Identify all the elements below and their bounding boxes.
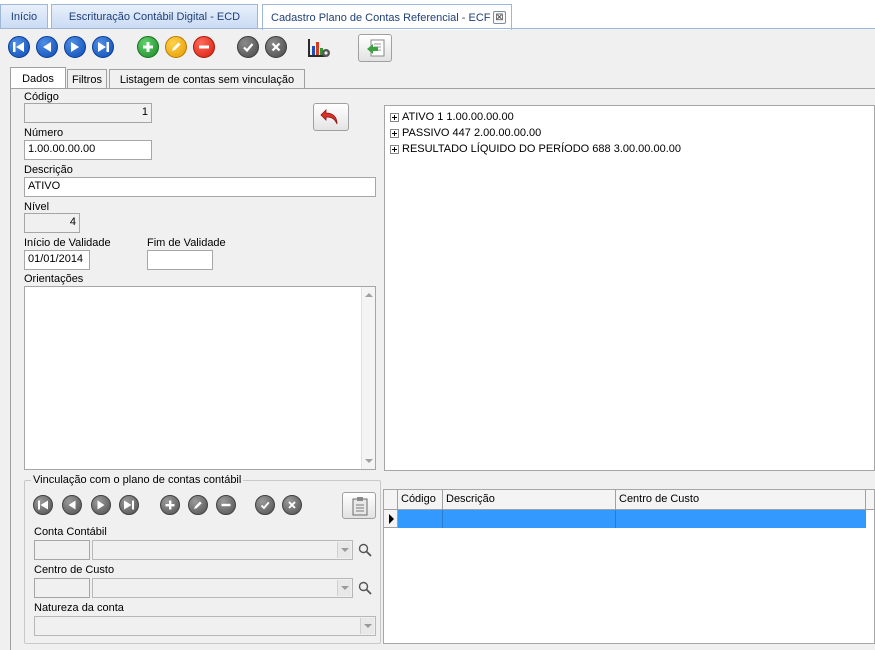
tree-node-label: PASSIVO 447 2.00.00.00.00 <box>402 127 542 139</box>
tab-dados[interactable]: Dados <box>10 67 66 89</box>
cancel-icon[interactable] <box>265 36 287 58</box>
natureza-combo[interactable] <box>34 616 376 636</box>
tab-label: Dados <box>22 72 54 85</box>
fim-validade-label: Fim de Validade <box>147 237 226 249</box>
grid-corner <box>384 490 398 510</box>
grid-cell-codigo[interactable] <box>398 510 443 528</box>
descricao-field[interactable]: ATIVO <box>24 177 376 197</box>
next-record-icon[interactable] <box>91 495 111 515</box>
tab-ecd[interactable]: Escrituração Contábil Digital - ECD <box>51 4 258 29</box>
table-row[interactable] <box>398 510 866 528</box>
inicio-validade-field[interactable]: 01/01/2014 <box>24 250 90 270</box>
next-record-icon[interactable] <box>64 36 86 58</box>
undo-icon <box>320 109 338 125</box>
scroll-down-icon[interactable] <box>365 459 373 463</box>
previous-record-icon[interactable] <box>36 36 58 58</box>
tab-inicio[interactable]: Início <box>0 4 48 29</box>
orientacoes-label: Orientações <box>24 273 84 285</box>
conta-contabil-label: Conta Contábil <box>34 526 107 538</box>
tab-cadastro-plano-ecf[interactable]: Cadastro Plano de Contas Referencial - E… <box>262 4 512 30</box>
centro-custo-label: Centro de Custo <box>34 564 115 576</box>
scroll-up-icon[interactable] <box>365 293 373 297</box>
grid-col-centro-custo[interactable]: Centro de Custo <box>616 490 866 510</box>
orientacoes-textarea[interactable] <box>24 286 376 470</box>
centro-custo-combo[interactable] <box>92 578 353 598</box>
plano-contas-tree[interactable]: ATIVO 1 1.00.00.00.00 PASSIVO 447 2.00.0… <box>384 105 875 471</box>
descricao-label: Descrição <box>24 164 73 176</box>
nivel-label: Nível <box>24 201 50 213</box>
last-record-icon[interactable] <box>119 495 139 515</box>
undo-button[interactable] <box>313 103 349 131</box>
tab-listagem-sem-vinculacao[interactable]: Listagem de contas sem vinculação <box>109 69 305 89</box>
previous-record-icon[interactable] <box>62 495 82 515</box>
tree-node-label: ATIVO 1 1.00.00.00.00 <box>402 111 514 123</box>
numero-field[interactable]: 1.00.00.00.00 <box>24 140 152 160</box>
confirm-icon[interactable] <box>237 36 259 58</box>
close-icon[interactable]: ⊠ <box>493 11 506 24</box>
expand-icon[interactable] <box>390 128 399 138</box>
tab-label: Filtros <box>72 73 102 86</box>
vinculacao-title: Vinculação com o plano de contas contábi… <box>31 474 244 486</box>
confirm-icon[interactable] <box>255 495 275 515</box>
import-icon <box>367 39 385 57</box>
tab-label: Escrituração Contábil Digital - ECD <box>68 11 241 23</box>
tree-node-passivo[interactable]: PASSIVO 447 2.00.00.00.00 <box>390 126 541 140</box>
codigo-field: 1 <box>24 103 152 123</box>
inicio-validade-label: Início de Validade <box>24 237 111 249</box>
tab-label: Listagem de contas sem vinculação <box>119 73 295 86</box>
centro-custo-code-field <box>34 578 90 598</box>
delete-icon[interactable] <box>193 36 215 58</box>
vinculacao-grid[interactable]: Código Descrição Centro de Custo <box>383 489 875 644</box>
cancel-icon[interactable] <box>282 495 302 515</box>
grid-cell-centro-custo[interactable] <box>616 510 866 528</box>
row-indicator-icon <box>384 510 398 528</box>
tab-filtros[interactable]: Filtros <box>67 69 107 89</box>
first-record-icon[interactable] <box>8 36 30 58</box>
codigo-label: Código <box>24 91 59 103</box>
tree-node-label: RESULTADO LÍQUIDO DO PERÍODO 688 3.00.00… <box>402 143 681 155</box>
edit-icon[interactable] <box>165 36 187 58</box>
search-icon[interactable] <box>358 543 372 557</box>
grid-col-descricao[interactable]: Descrição <box>443 490 616 510</box>
search-icon[interactable] <box>358 581 372 595</box>
chevron-down-icon[interactable] <box>337 542 351 558</box>
first-record-icon[interactable] <box>33 495 53 515</box>
expand-icon[interactable] <box>390 144 399 154</box>
clipboard-button[interactable] <box>342 492 376 519</box>
tab-label: Cadastro Plano de Contas Referencial - E… <box>271 11 491 24</box>
import-button[interactable] <box>358 34 392 62</box>
tree-node-resultado[interactable]: RESULTADO LÍQUIDO DO PERÍODO 688 3.00.00… <box>390 142 681 156</box>
last-record-icon[interactable] <box>92 36 114 58</box>
tab-strip-divider <box>0 28 875 29</box>
tab-label: Início <box>10 11 38 23</box>
chevron-down-icon[interactable] <box>337 580 351 596</box>
grid-header: Código Descrição Centro de Custo <box>384 490 874 510</box>
add-icon[interactable] <box>160 495 180 515</box>
orientacoes-scrollbar[interactable] <box>361 287 375 469</box>
report-chart-icon[interactable] <box>306 36 332 60</box>
edit-icon[interactable] <box>188 495 208 515</box>
numero-label: Número <box>24 127 64 139</box>
chevron-down-icon[interactable] <box>360 618 374 634</box>
add-icon[interactable] <box>137 36 159 58</box>
tree-node-ativo[interactable]: ATIVO 1 1.00.00.00.00 <box>390 110 514 124</box>
nivel-field: 4 <box>24 213 80 233</box>
conta-contabil-combo[interactable] <box>92 540 353 560</box>
conta-contabil-code-field <box>34 540 90 560</box>
natureza-label: Natureza da conta <box>34 602 124 614</box>
grid-cell-descricao[interactable] <box>443 510 616 528</box>
clipboard-icon <box>352 497 368 516</box>
grid-col-codigo[interactable]: Código <box>398 490 443 510</box>
expand-icon[interactable] <box>390 112 399 122</box>
delete-icon[interactable] <box>216 495 236 515</box>
fim-validade-field[interactable] <box>147 250 213 270</box>
